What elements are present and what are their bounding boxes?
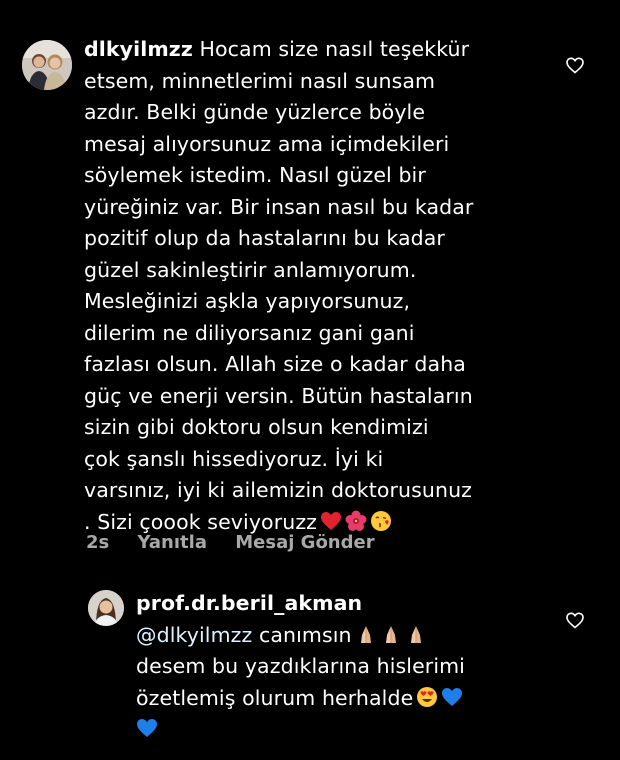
like-heart-icon[interactable]: [566, 612, 584, 629]
hibiscus-icon: [345, 510, 367, 532]
reply-line: özetlemiş olurum herhalde: [136, 683, 528, 715]
comment-line: çok şanslı hissediyoruz. İyi ki: [84, 446, 384, 471]
comment-line: etsem, minnetlerimi nasıl sunsam: [84, 68, 436, 93]
like-heart-icon[interactable]: [566, 57, 584, 74]
mention-link[interactable]: @dlkyilmzz: [136, 623, 252, 647]
comment-line: Mesleğinizi aşkla yapıyorsunuz,: [84, 289, 411, 313]
reply-first-line: @dlkyilmzz canımsın: [136, 620, 528, 652]
avatar[interactable]: [22, 40, 72, 90]
comment-line: yüreğiniz var. Bir insan nasıl bu kadar: [84, 194, 474, 219]
comment-timestamp: 2s: [86, 532, 110, 553]
comment-text: dlkyilmzz Hocam size nasıl teşekkür etse…: [84, 34, 534, 538]
folded-hands-icon: [405, 623, 427, 645]
folded-hands-icon: [355, 623, 377, 645]
comment-line: dilerim ne diliyorsanız gani gani: [84, 320, 415, 345]
blue-heart-icon: [441, 686, 463, 708]
comment-line: söylemek istedim. Nasıl güzel bir: [84, 163, 426, 187]
face-blowing-kiss-icon: [370, 510, 392, 532]
comment-line: mesaj alıyorsunuz ama içimdekileri: [84, 131, 450, 156]
comment-line: pozitif olup da hastalarını bu kadar: [84, 226, 445, 250]
reply-avatar[interactable]: [88, 590, 124, 626]
reply-text: prof.dr.beril_akman @dlkyilmzz canımsın …: [136, 588, 528, 746]
comment-meta-row: 2s Yanıtla Mesaj Gönder: [86, 532, 397, 553]
reply-button[interactable]: Yanıtla: [138, 532, 207, 553]
comment-first-line: dlkyilmzz Hocam size nasıl teşekkür: [84, 37, 470, 61]
comment-line: güzel sakinleştirir anlamıyorum.: [84, 257, 417, 282]
send-message-button[interactable]: Mesaj Gönder: [235, 532, 374, 553]
red-heart-icon: [320, 510, 342, 532]
comment-line: sizin gibi doktoru olsun kendimizi: [84, 415, 429, 439]
comment-line: varsınız, iyi ki ailemizin doktorusunuz: [84, 478, 473, 502]
reply-line: desem bu yazdıklarına hislerimi: [136, 654, 465, 678]
reply-username[interactable]: prof.dr.beril_akman: [136, 588, 528, 620]
heart-eyes-face-icon: [416, 686, 438, 708]
blue-heart-icon: [136, 717, 158, 739]
comment-line: güç ve enerji versin. Bütün hastaların: [84, 383, 473, 408]
comment-username[interactable]: dlkyilmzz: [84, 37, 193, 61]
comment-line: azdır. Belki günde yüzlerce böyle: [84, 100, 426, 124]
folded-hands-icon: [380, 623, 402, 645]
comment-line: fazlası olsun. Allah size o kadar daha: [84, 352, 466, 376]
reply-line: [136, 714, 528, 746]
